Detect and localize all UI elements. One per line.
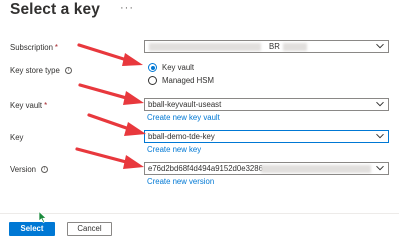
radio-key-vault-label: Key vault — [162, 63, 195, 72]
create-new-key-link[interactable]: Create new key — [147, 145, 201, 154]
key-vault-dropdown[interactable]: bball-keyvault-useast — [144, 98, 389, 111]
key-vault-value: bball-keyvault-useast — [148, 100, 222, 109]
subscription-dropdown[interactable]: BR — [144, 40, 389, 53]
redacted-value — [283, 43, 307, 51]
radio-key-vault[interactable]: Key vault — [148, 63, 194, 72]
key-store-type-label: Key store type i — [10, 66, 72, 75]
info-icon[interactable]: i — [64, 67, 72, 75]
version-value: e76d2bd68f4d494a9152d0e3286 — [148, 164, 263, 173]
annotation-arrow — [75, 147, 144, 169]
chevron-down-icon — [376, 133, 384, 139]
version-label: Version i — [10, 165, 49, 174]
page-title: Select a key — [10, 1, 100, 18]
chevron-down-icon — [376, 43, 384, 49]
annotation-arrow — [78, 83, 144, 105]
required-marker: * — [54, 43, 58, 52]
radio-managed-hsm[interactable]: Managed HSM — [148, 76, 214, 85]
key-value: bball-demo-tde-key — [148, 132, 215, 141]
radio-managed-hsm-label: Managed HSM — [162, 76, 215, 85]
footer-divider — [0, 213, 399, 214]
radio-unselected-icon[interactable] — [148, 76, 157, 85]
subscription-label: Subscription * — [10, 43, 58, 52]
redacted-value — [261, 165, 371, 173]
chevron-down-icon — [376, 165, 384, 171]
create-new-key-vault-link[interactable]: Create new key vault — [147, 113, 220, 122]
select-button[interactable]: Select — [9, 222, 55, 236]
chevron-down-icon — [376, 101, 384, 107]
cursor-icon — [38, 211, 47, 223]
annotation-arrow — [87, 113, 146, 136]
annotation-arrow — [77, 43, 143, 66]
key-vault-label: Key vault * — [10, 101, 48, 110]
cancel-button[interactable]: Cancel — [67, 222, 112, 236]
redacted-value — [149, 43, 261, 51]
more-options-icon[interactable]: ··· — [120, 2, 134, 14]
key-label: Key — [10, 133, 24, 142]
required-marker: * — [44, 101, 48, 110]
radio-selected-icon[interactable] — [148, 63, 157, 72]
version-dropdown[interactable]: e76d2bd68f4d494a9152d0e3286 — [144, 162, 389, 175]
create-new-version-link[interactable]: Create new version — [147, 177, 214, 186]
key-dropdown[interactable]: bball-demo-tde-key — [144, 130, 389, 143]
info-icon[interactable]: i — [41, 166, 49, 174]
subscription-value: BR — [269, 42, 280, 51]
